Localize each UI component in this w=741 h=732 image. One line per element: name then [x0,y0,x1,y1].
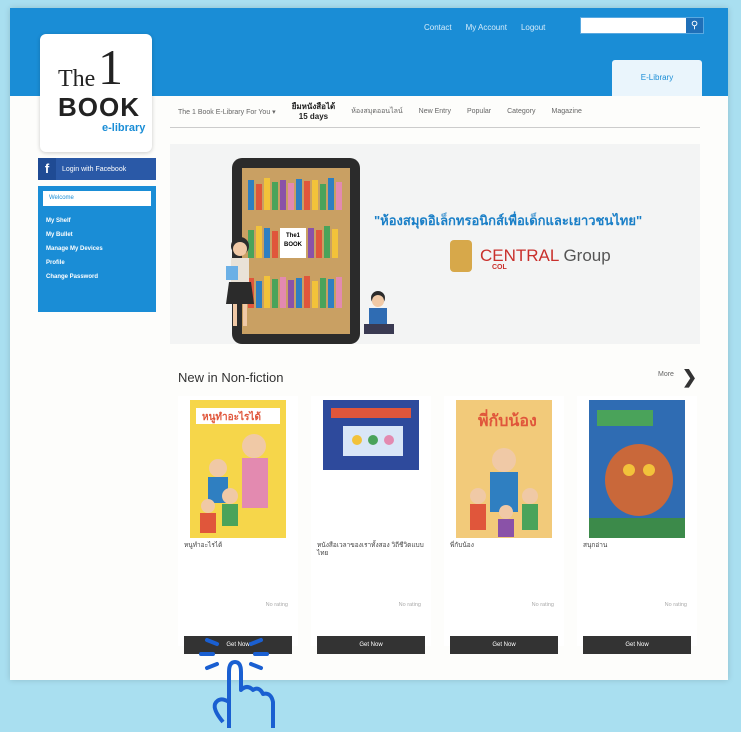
header-links: Contact My Account Logout [424,23,545,32]
sidebar-item-profile[interactable]: Profile [43,256,151,270]
get-now-button[interactable]: Get Now [583,636,691,654]
logout-link[interactable]: Logout [521,23,545,32]
book-rating: No rating [664,602,687,608]
nav-item-library[interactable]: The 1 Book E-Library For You ▾ [170,108,284,116]
logo-book: BOOK [58,92,140,122]
svg-text:หนูทำอะไรได้: หนูทำอะไรได้ [202,410,261,424]
welcome-label: Welcome [49,195,74,201]
welcome-box: Welcome [43,191,151,206]
contact-link[interactable]: Contact [424,23,452,32]
book-rating: No rating [531,602,554,608]
central-group-logo: CENTRAL Group [450,240,611,272]
tab-elibrary[interactable]: E-Library [612,60,702,96]
svg-text:พี่กับน้อง: พี่กับน้อง [478,409,537,430]
book-card[interactable]: สนุกอ่าน No rating Get Now [577,396,697,654]
sponsor-red: CENTRAL [480,246,559,265]
logo[interactable]: The 1 BOOK e-library [40,34,152,152]
sidebar-item-change-password[interactable]: Change Password [43,270,151,284]
sponsor-grey: Group [558,246,611,265]
logo-elibrary: e-library [102,122,146,134]
book-cover[interactable] [323,400,419,470]
my-account-link[interactable]: My Account [466,23,507,32]
rent-period: ยืมหนังสือได้ 15 days [284,102,344,121]
nav-item-online[interactable]: ห้องสมุดออนไลน์ [343,106,410,117]
rent-period-line2: 15 days [298,111,329,121]
book-title[interactable]: พี่กับน้อง [450,542,562,550]
nav-item-new-entry[interactable]: New Entry [411,108,459,115]
book-title[interactable]: หนูทำอะไรได้ [184,542,296,550]
crest-icon [450,240,472,272]
logo-the: The [58,66,96,92]
book-card[interactable]: พี่กับน้อง พี่กับน้อง No rating Get Now [444,396,564,654]
main-nav: The 1 Book E-Library For You ▾ ยืมหนังสื… [170,96,700,128]
book-rating: No rating [398,602,421,608]
book-cover[interactable]: หนูทำอะไรได้ [190,400,286,538]
search-input[interactable]: ⚲ [580,17,704,34]
nav-item-magazine[interactable]: Magazine [544,108,590,115]
promo-banner[interactable]: The1 BOOK "ห้องสมุดอิเล็กทรอนิกส์เพื่อเด็… [170,144,700,344]
chevron-right-icon[interactable]: ❯ [682,368,697,386]
facebook-login-button[interactable]: f Login with Facebook [38,158,156,180]
rent-period-line1: ยืมหนังสือได้ [291,101,336,111]
section-title: New in Non-fiction [178,370,284,385]
child-boy-illustration [364,291,394,334]
banner-headline: "ห้องสมุดอิเล็กทรอนิกส์เพื่อเด็กและเยาวช… [374,213,643,228]
banner-sub: COL [492,264,507,271]
sidebar-item-manage-devices[interactable]: Manage My Devices [43,242,151,256]
get-now-button[interactable]: Get Now [317,636,425,654]
facebook-login-label: Login with Facebook [62,165,127,173]
user-panel: Welcome My Shelf My Bullet Manage My Dev… [38,186,156,312]
logo-one: 1 [98,39,123,95]
nav-item-category[interactable]: Category [499,108,543,115]
book-logo-mini: The1 BOOK [280,228,306,258]
book-rating: No rating [265,602,288,608]
sidebar-item-my-shelf[interactable]: My Shelf [43,214,151,228]
browser-screen: Contact My Account Logout ⚲ E-Library Th… [10,8,728,680]
book-title[interactable]: หนังสือเวลาของเราทั้งสอง วิถีชีวิตแบบไทย [317,542,429,559]
nav-item-popular[interactable]: Popular [459,108,499,115]
child-girl-illustration [226,237,254,326]
more-link[interactable]: More [658,371,674,378]
sidebar: f Login with Facebook Welcome My Shelf M… [38,158,156,312]
book-cover[interactable] [589,400,685,538]
book-card[interactable]: หนังสือเวลาของเราทั้งสอง วิถีชีวิตแบบไทย… [311,396,431,654]
sidebar-item-my-bullet[interactable]: My Bullet [43,228,151,242]
pointer-hand-icon [199,638,275,728]
book-title[interactable]: สนุกอ่าน [583,542,695,550]
book-card[interactable]: หนูทำอะไรได้ หนูทำอะไรได้ No rating Get … [178,396,298,654]
book-cover[interactable]: พี่กับน้อง [456,400,552,538]
facebook-icon: f [38,158,56,180]
search-icon[interactable]: ⚲ [686,18,703,33]
get-now-button[interactable]: Get Now [450,636,558,654]
